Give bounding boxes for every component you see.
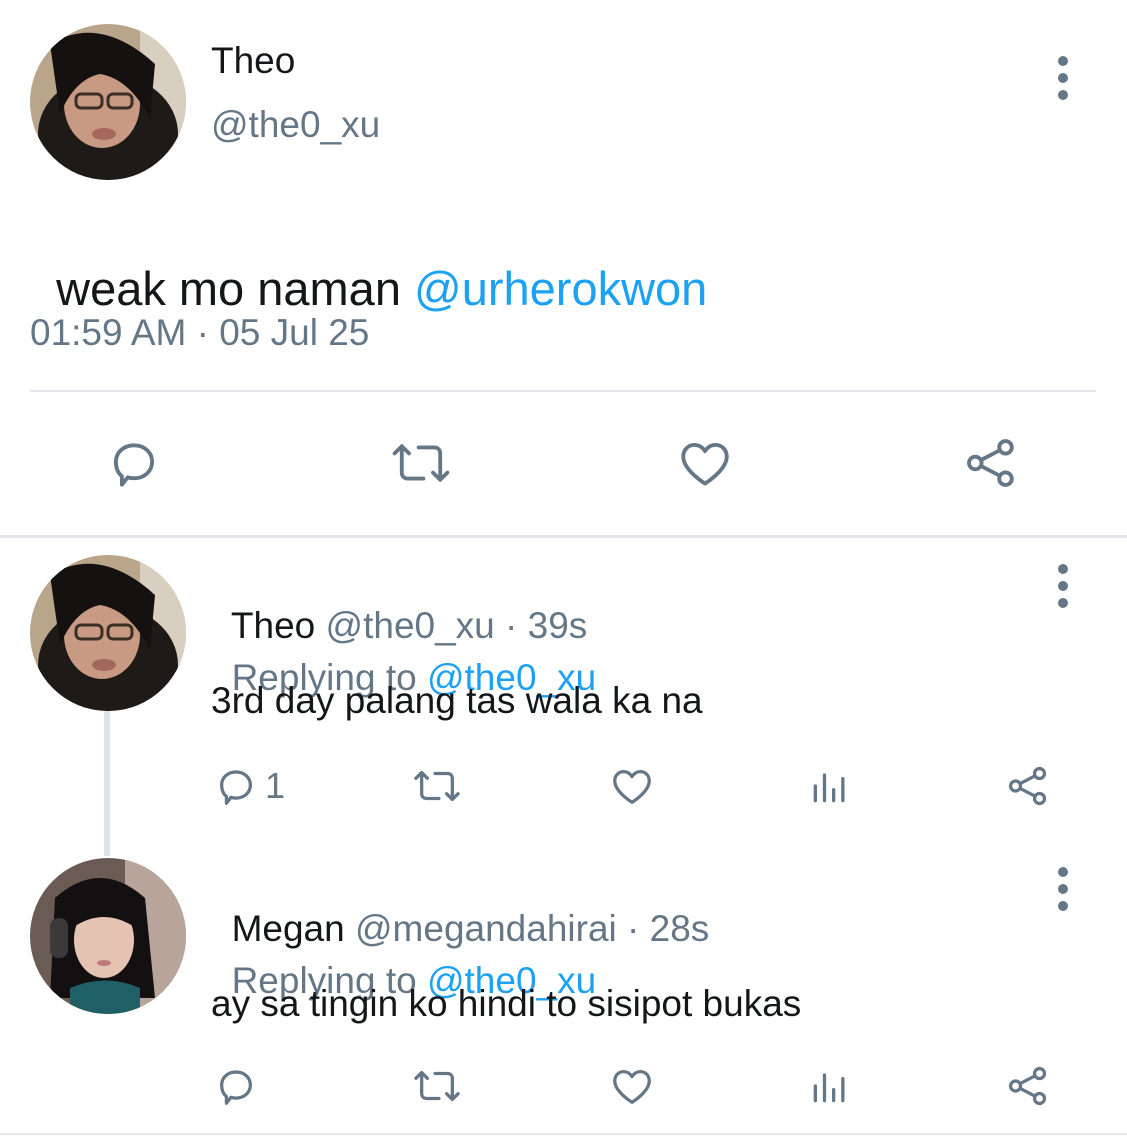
retweet-icon [414,1070,460,1102]
reply-count: 1 [265,765,286,806]
reply-icon [113,443,155,487]
share-button[interactable] [962,434,1020,492]
divider [30,390,1096,392]
analytics-button[interactable] [808,763,852,809]
thread-line [104,710,110,856]
analytics-icon [813,773,845,803]
share-icon [967,439,1014,487]
reply-icon [219,1070,253,1105]
share-icon [1008,766,1047,806]
reply-text: ay sa tingin ko hindi to sisipot bukas [211,983,802,1024]
reply-icon [219,770,253,805]
bottom-divider [0,1133,1127,1135]
reply-time: · 28s [627,908,710,949]
analytics-icon [813,1073,845,1103]
more-options-icon[interactable] [1056,564,1070,615]
reply-button[interactable] [105,434,163,492]
tweet-timestamp[interactable]: 01:59 AM · 05 Jul 25 [30,312,369,354]
like-icon [613,1069,651,1104]
retweet-icon [414,770,460,802]
more-options-icon[interactable] [1056,56,1070,107]
retweet-button[interactable] [408,1063,466,1109]
avatar[interactable] [30,24,186,180]
more-options-icon[interactable] [1056,867,1070,918]
section-divider [0,535,1127,538]
analytics-button[interactable] [808,1063,852,1109]
retweet-icon [392,444,450,482]
avatar[interactable] [30,858,186,1014]
tweet-text: weak mo naman @urherokwon [30,206,707,316]
retweet-button[interactable] [408,763,466,809]
like-button[interactable] [608,1063,656,1109]
reply-text: 3rd day palang tas wala ka na [211,680,703,721]
reply-button[interactable] [213,1063,259,1109]
author-handle[interactable]: @the0_xu [211,104,380,146]
author-name[interactable]: Theo [211,40,295,82]
mention-link[interactable]: @urherokwon [414,262,707,315]
like-button[interactable] [675,434,735,492]
avatar[interactable] [30,555,186,711]
share-icon [1008,1066,1047,1106]
like-icon [681,442,729,486]
reply-button[interactable]: 1 [213,763,285,809]
tweet-body: weak mo naman [56,262,415,315]
retweet-button[interactable] [385,434,457,492]
share-button[interactable] [1005,763,1051,809]
like-button[interactable] [608,763,656,809]
share-button[interactable] [1005,1063,1051,1109]
like-icon [613,769,651,804]
